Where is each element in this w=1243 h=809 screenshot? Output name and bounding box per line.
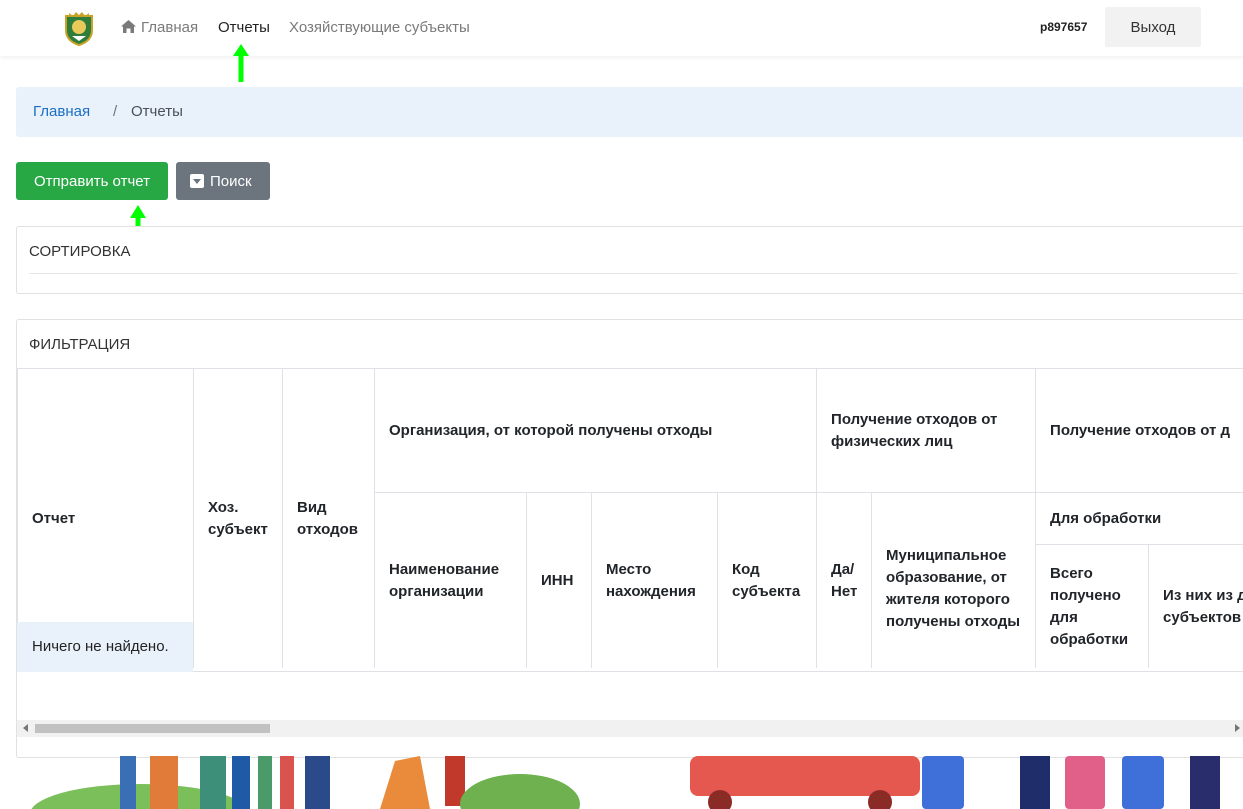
nav-reports-link[interactable]: Отчеты: [218, 18, 270, 38]
caret-down-icon: [190, 173, 204, 188]
breadcrumb-home-link[interactable]: Главная: [33, 103, 90, 121]
filter-card: ФИЛЬТРАЦИЯ Отчет Хоз. субъект Вид отходо…: [16, 319, 1243, 758]
logout-button[interactable]: Выход: [1105, 7, 1201, 47]
header-group-organization: Организация, от которой получены отходы: [373, 368, 818, 493]
send-report-button[interactable]: Отправить отчет: [16, 162, 168, 200]
empty-result-message: Ничего не найдено.: [17, 622, 193, 672]
home-icon: [121, 20, 136, 33]
scroll-right-arrow-icon[interactable]: [1235, 724, 1240, 732]
sort-card: СОРТИРОВКА: [16, 226, 1243, 294]
sort-card-title[interactable]: СОРТИРОВКА: [29, 243, 131, 260]
header-waste-type[interactable]: Вид отходов: [282, 368, 375, 668]
divider: [193, 671, 1243, 672]
header-subject-code[interactable]: Код субъекта: [716, 492, 818, 668]
username-label: p897657: [1040, 20, 1088, 34]
nav-home-link[interactable]: Главная: [120, 18, 198, 38]
scroll-left-arrow-icon[interactable]: [23, 724, 28, 732]
reports-table-container: Отчет Хоз. субъект Вид отходов Организац…: [17, 368, 1243, 668]
nav-entities-link[interactable]: Хозяйствующие субъекты: [289, 18, 470, 38]
header-org-name[interactable]: Наименование организации: [374, 492, 527, 668]
header-location[interactable]: Место нахождения: [591, 492, 718, 668]
reports-table: Отчет Хоз. субъект Вид отходов Организац…: [17, 368, 1243, 668]
header-group-other: Получение отходов от д: [1035, 368, 1243, 493]
top-navbar: Главная Отчеты Хозяйствующие субъекты p8…: [0, 0, 1243, 56]
header-group-for-processing: Для обработки: [1035, 492, 1243, 545]
recycling-illustration: [31, 756, 1220, 809]
header-entity[interactable]: Хоз. субъект: [193, 368, 283, 668]
divider: [29, 273, 1238, 274]
coat-of-arms-logo[interactable]: [62, 10, 96, 46]
filter-card-title[interactable]: ФИЛЬТРАЦИЯ: [29, 336, 130, 353]
header-group-individuals: Получение отходов от физических лиц: [816, 368, 1037, 493]
header-municipality[interactable]: Муниципальное образование, от жителя кот…: [871, 492, 1037, 668]
search-toggle-button[interactable]: Поиск: [176, 162, 270, 200]
breadcrumb-current: Отчеты: [131, 103, 183, 120]
horizontal-scrollbar[interactable]: [17, 720, 1243, 737]
header-yes-no[interactable]: Да/ Нет: [816, 492, 873, 668]
header-total-received[interactable]: Всего получено для обработки: [1035, 544, 1150, 668]
search-toggle-label: Поиск: [210, 172, 252, 190]
annotation-arrow-up-icon: [233, 44, 249, 82]
nav-home-label: Главная: [141, 19, 199, 36]
scrollbar-thumb[interactable]: [35, 724, 270, 733]
header-from-other-subjects[interactable]: Из них из других субъектов РФ: [1148, 544, 1243, 668]
breadcrumb-separator: /: [113, 103, 118, 120]
breadcrumb: Главная / Отчеты: [16, 87, 1243, 137]
header-inn[interactable]: ИНН: [526, 492, 592, 668]
